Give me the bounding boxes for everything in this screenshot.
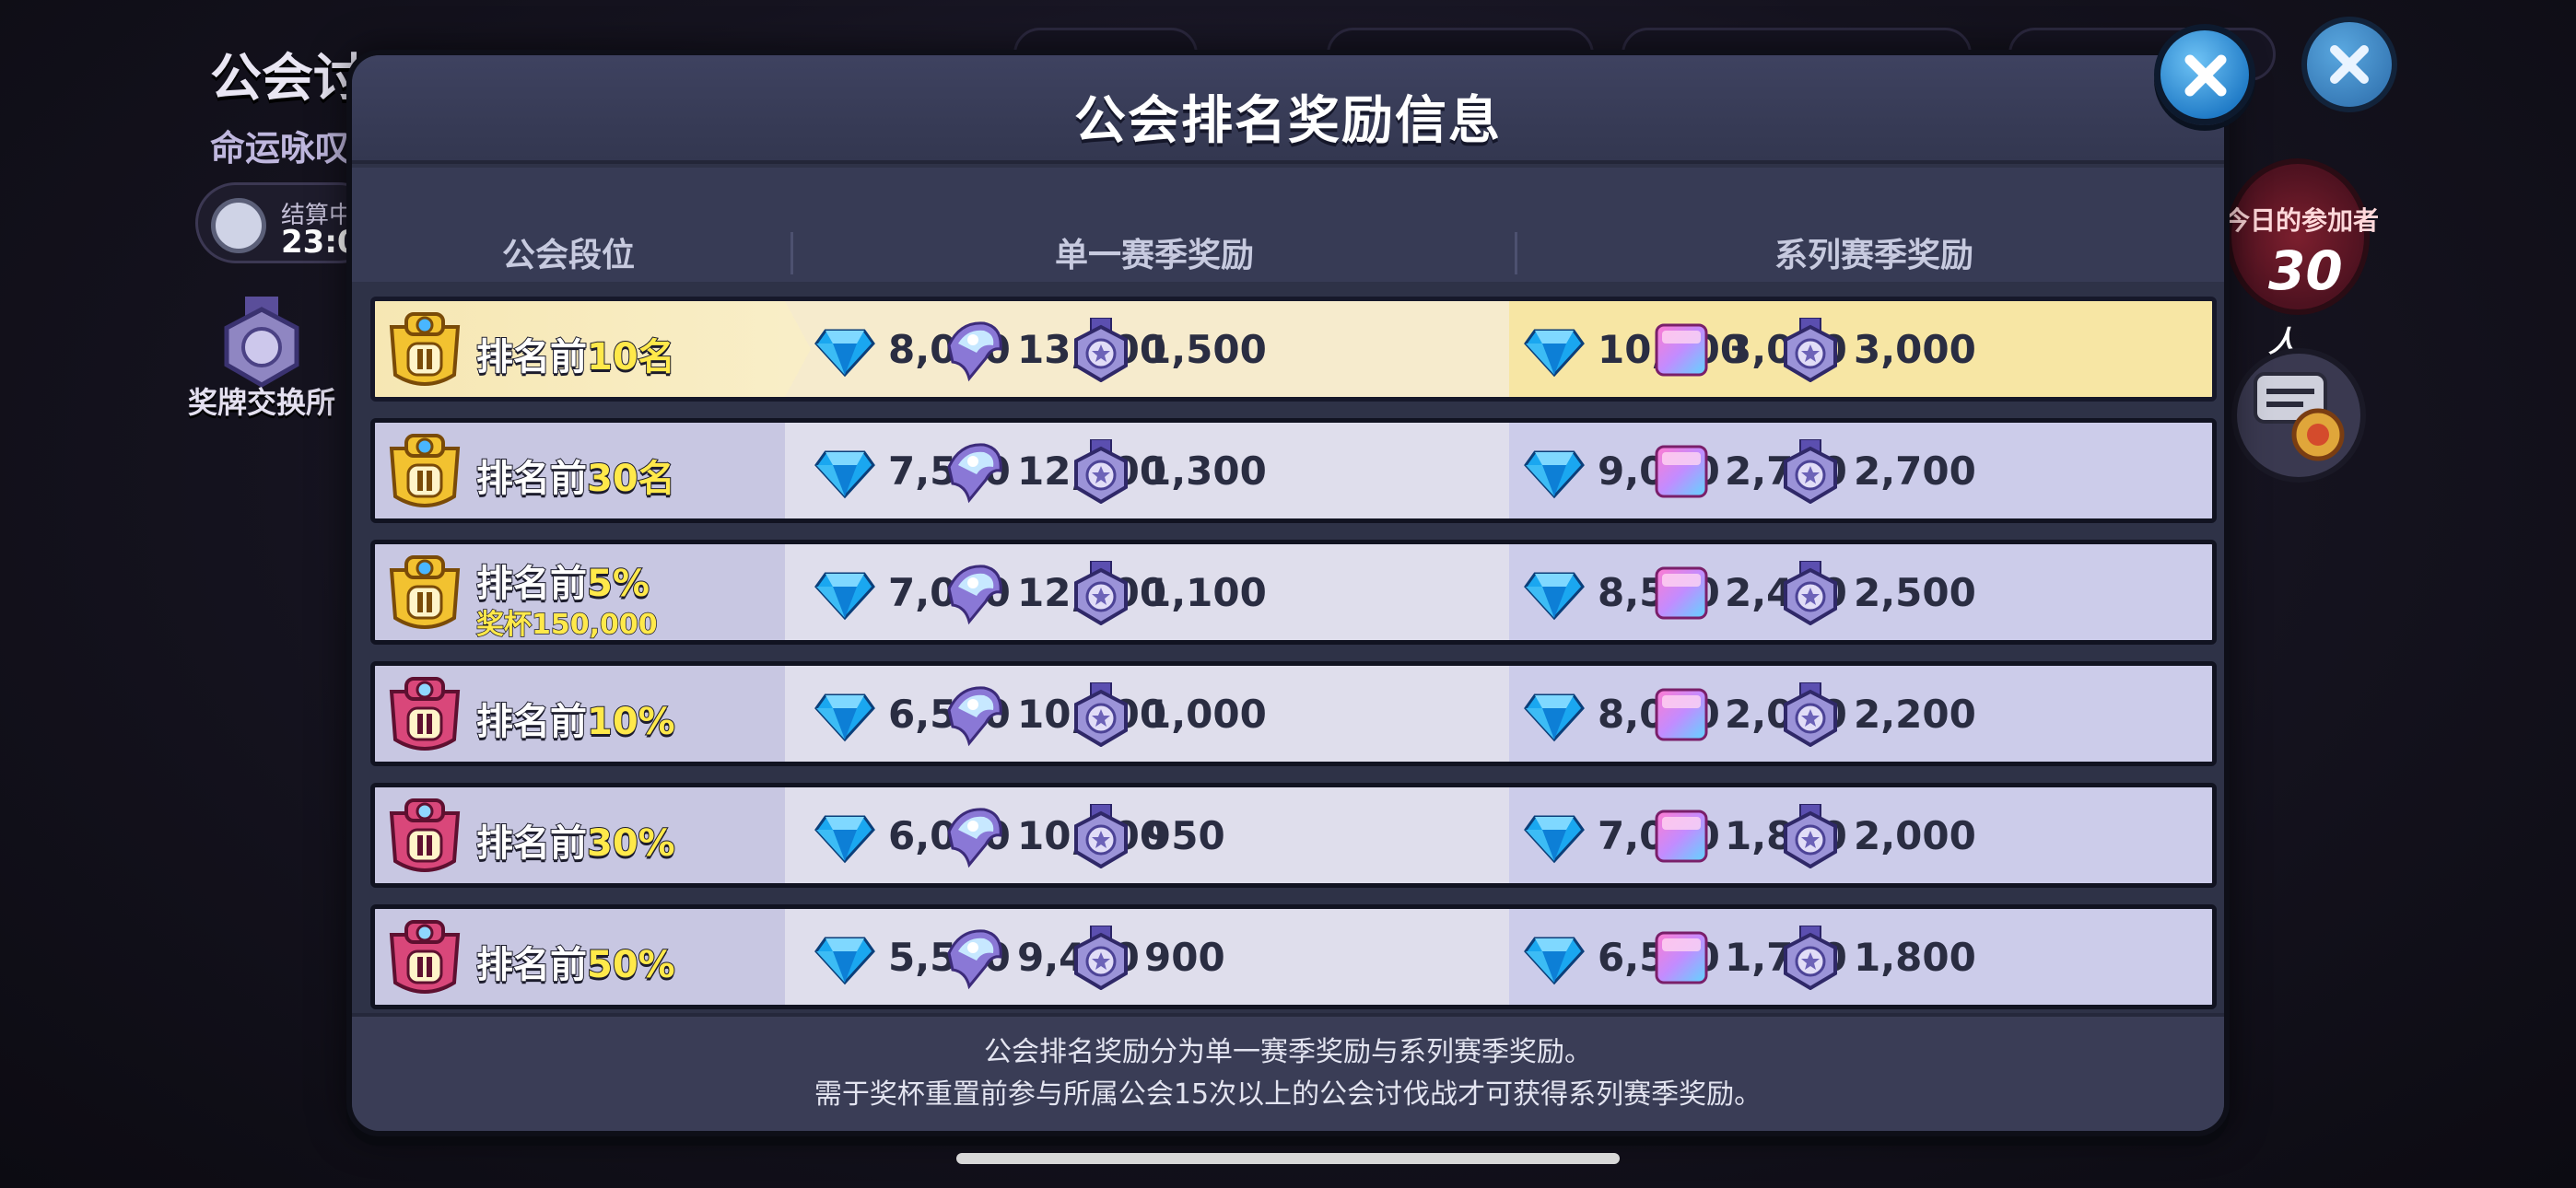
reward-row: 排名前50%5,5009,4009006,5001,7001,800 [370, 904, 2217, 1009]
reward-amount: 2,500 [1854, 570, 1976, 615]
column-header-single: 单一赛季奖励 [1054, 237, 1254, 274]
gem-icon [1522, 561, 1587, 625]
close-button[interactable] [2154, 24, 2255, 125]
reward-amount: 950 [1144, 813, 1225, 858]
medal-icon [1069, 317, 1133, 383]
background-close-button[interactable] [2301, 17, 2397, 112]
reward-amount: 1,500 [1144, 327, 1267, 372]
reward-amount: 1,800 [1854, 935, 1976, 980]
footer-note-1: 公会排名奖励分为单一赛季奖励与系列赛季奖励。 [984, 1036, 1592, 1068]
participants-count: 30人 [2268, 239, 2343, 359]
close-icon [2330, 45, 2369, 84]
trophy-icon [386, 675, 463, 754]
column-header-series: 系列赛季奖励 [1774, 237, 1973, 274]
rainbow-cube-icon [1649, 439, 1714, 504]
modal-header: 公会排名奖励信息 [352, 55, 2224, 164]
medal-icon [1778, 803, 1843, 869]
participants-label: 今日的参加者 [2224, 205, 2380, 236]
reward-amount: 2,700 [1854, 448, 1976, 494]
gem-icon [813, 926, 877, 990]
rank-trophy-requirement: 奖杯150,000 [475, 608, 658, 641]
reward-amount: 1,300 [1144, 448, 1267, 494]
trophy-icon [386, 310, 463, 390]
rainbow-cube-icon [1649, 926, 1714, 990]
reward-amount: 3,000 [1854, 327, 1976, 372]
reward-row: 排名前5%奖杯150,0007,00012,0001,1008,5002,400… [370, 540, 2217, 645]
medal-icon [1069, 560, 1133, 626]
crystal-shard-icon [942, 926, 1006, 990]
reward-list[interactable]: 排名前10名8,00013,0001,50010,0003,0003,000排名… [370, 297, 2217, 1065]
reward-amount: 900 [1144, 935, 1225, 980]
reward-row: 排名前30%6,00010,0009507,0001,8002,000 [370, 783, 2217, 888]
gem-icon [1522, 439, 1587, 504]
crystal-shard-icon [942, 561, 1006, 625]
medal-icon [1778, 438, 1843, 505]
gem-icon [1522, 804, 1587, 868]
rainbow-cube-icon [1649, 804, 1714, 868]
rank-label: 排名前50% [475, 943, 676, 987]
gem-icon [813, 439, 877, 504]
participants-badge: 今日的参加者 30人 [2224, 158, 2379, 359]
crystal-shard-icon [942, 318, 1006, 382]
rainbow-cube-icon [1649, 561, 1714, 625]
rainbow-cube-icon [1649, 318, 1714, 382]
guild-rank-reward-modal: 公会排名奖励信息 公会段位 单一赛季奖励 系列赛季奖励 排名前10名8,0001… [346, 50, 2230, 1136]
reward-row: 排名前10%6,50010,5001,0008,0002,0002,200 [370, 661, 2217, 766]
column-header-rank: 公会段位 [501, 237, 635, 274]
medal-icon [1069, 803, 1133, 869]
crystal-shard-icon [942, 439, 1006, 504]
medal-exchange-label[interactable]: 奖牌交换所 [188, 379, 335, 422]
close-icon [2184, 54, 2227, 97]
column-headers: 公会段位 单一赛季奖励 系列赛季奖励 [352, 168, 2224, 282]
background-subtitle: 命运咏叹 [210, 128, 351, 169]
modal-title: 公会排名奖励信息 [1074, 91, 1502, 151]
rank-label: 排名前5% [475, 562, 650, 606]
rainbow-cube-icon [1649, 682, 1714, 747]
medal-icon [1069, 681, 1133, 748]
highlight-arrow [785, 301, 811, 397]
clock-icon [211, 198, 266, 253]
modal-footer: 公会排名奖励分为单一赛季奖励与系列赛季奖励。 需于奖杯重置前参与所属公会15次以… [352, 1013, 2224, 1131]
trophy-icon [386, 553, 463, 633]
reward-amount: 1,000 [1144, 692, 1267, 737]
footer-note-2: 需于奖杯重置前参与所属公会15次以上的公会讨伐战才可获得系列赛季奖励。 [814, 1078, 1762, 1111]
rank-label: 排名前30% [475, 821, 676, 866]
trophy-icon [386, 918, 463, 997]
reward-amount: 2,200 [1854, 692, 1976, 737]
gem-icon [813, 561, 877, 625]
medal-icon [1778, 317, 1843, 383]
reward-row: 排名前30名7,50012,5001,3009,0002,7002,700 [370, 418, 2217, 523]
medal-icon [1069, 925, 1133, 991]
chat-button[interactable] [2231, 348, 2366, 483]
gem-icon [1522, 926, 1587, 990]
medal-icon [1778, 560, 1843, 626]
reward-row: 排名前10名8,00013,0001,50010,0003,0003,000 [370, 297, 2217, 402]
gem-icon [1522, 318, 1587, 382]
crystal-shard-icon [942, 804, 1006, 868]
medal-icon [1778, 925, 1843, 991]
medal-icon [1069, 438, 1133, 505]
chat-icon [2254, 372, 2345, 461]
rank-label: 排名前10% [475, 700, 676, 744]
gem-icon [813, 682, 877, 747]
trophy-icon [386, 432, 463, 511]
medal-icon [1778, 681, 1843, 748]
trophy-icon [386, 797, 463, 876]
gem-icon [1522, 682, 1587, 747]
rank-label: 排名前10名 [475, 335, 676, 379]
home-indicator [956, 1153, 1620, 1164]
gem-icon [813, 318, 877, 382]
reward-amount: 2,000 [1854, 813, 1976, 858]
medal-exchange-icon[interactable] [217, 297, 306, 389]
crystal-shard-icon [942, 682, 1006, 747]
gem-icon [813, 804, 877, 868]
rank-label: 排名前30名 [475, 457, 676, 501]
reward-amount: 1,100 [1144, 570, 1267, 615]
